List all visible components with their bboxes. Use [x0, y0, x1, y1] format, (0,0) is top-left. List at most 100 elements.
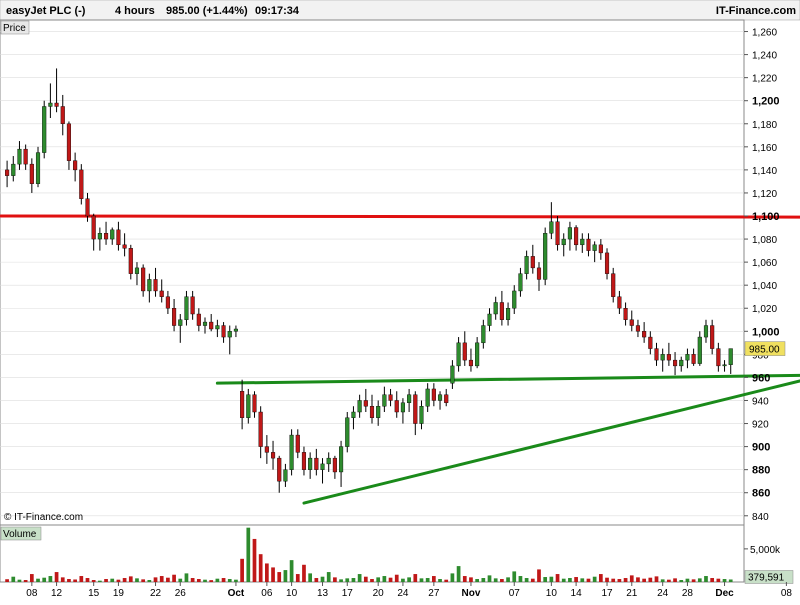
candle-body: [159, 290, 164, 297]
volume-bar: [351, 578, 356, 582]
candle-body: [407, 394, 412, 403]
volume-bar: [592, 576, 597, 582]
candle-body: [376, 406, 381, 418]
volume-panel-label: Volume: [3, 529, 37, 540]
candle-body: [277, 457, 282, 482]
volume-bar: [370, 579, 374, 582]
volume-bar: [722, 579, 727, 582]
candle-body: [29, 163, 34, 184]
volume-bar: [141, 579, 146, 582]
volume-bar: [203, 579, 207, 582]
volume-bar: [289, 560, 294, 582]
candle-body: [685, 354, 690, 361]
candle-body: [11, 163, 16, 176]
candle-body: [35, 152, 41, 184]
volume-bar: [339, 579, 343, 582]
candle-body: [165, 296, 170, 309]
candle-body: [419, 406, 424, 424]
volume-bar: [617, 579, 622, 582]
y-tick-label: 960: [752, 372, 770, 384]
volume-bar: [469, 577, 473, 582]
volume-tick-label: 5,000k: [750, 545, 781, 556]
volume-bar: [500, 579, 504, 582]
volume-bar: [190, 578, 195, 582]
y-tick-label: 1,020: [752, 304, 777, 315]
candle-body: [462, 342, 467, 361]
volume-bar: [215, 578, 220, 582]
y-tick-label: 1,040: [752, 281, 777, 292]
volume-bar: [456, 566, 461, 582]
volume-bar: [166, 577, 170, 582]
candle-body: [524, 256, 529, 274]
candle-body: [103, 233, 109, 240]
volume-bar: [716, 578, 721, 582]
volume-bar: [382, 576, 387, 582]
candle-body: [184, 296, 189, 320]
volume-bar: [667, 579, 671, 582]
copyright-label: © IT-Finance.com: [4, 512, 83, 523]
candle-body: [283, 469, 288, 482]
volume-bar: [425, 578, 430, 582]
volume-bar: [673, 578, 677, 582]
chart-root: easyJet PLC (-) 4 hours 985.00 (+1.44%) …: [0, 0, 800, 600]
candle-body: [543, 233, 548, 280]
candle-body: [339, 446, 344, 473]
x-tick-label: 12: [51, 588, 63, 599]
candle-body: [642, 331, 647, 338]
candle-body: [91, 215, 96, 240]
x-tick-label: 10: [286, 588, 298, 599]
volume-bar: [462, 576, 467, 582]
x-tick-label: 21: [626, 588, 638, 599]
candle-body: [66, 123, 71, 161]
candle-body: [60, 106, 65, 124]
y-tick-label: 920: [752, 420, 769, 431]
candle-body: [604, 252, 610, 274]
y-tick-label: 840: [752, 512, 769, 523]
candle-body: [728, 348, 733, 365]
x-tick-label: 24: [397, 588, 409, 599]
candle-body: [580, 238, 585, 246]
candle-body: [227, 331, 232, 338]
volume-bar: [73, 579, 77, 582]
candle-body: [295, 434, 300, 453]
candle-body: [431, 388, 436, 401]
candle-body: [499, 302, 504, 320]
volume-bar: [407, 577, 411, 582]
candle-body: [233, 328, 238, 332]
candle-body: [722, 364, 727, 367]
volume-bar: [277, 572, 282, 582]
candle-body: [481, 325, 486, 344]
candle-body: [679, 359, 684, 367]
source-label: IT-Finance.com: [716, 5, 796, 17]
volume-bar: [116, 579, 121, 582]
y-tick-label: 940: [752, 396, 769, 407]
instrument-name: easyJet PLC (-): [6, 5, 86, 17]
volume-bar: [574, 577, 578, 582]
candle-body: [215, 325, 220, 330]
volume-bar: [376, 577, 381, 582]
candle-body: [673, 359, 678, 367]
candle-body: [122, 244, 127, 249]
candle-body: [134, 267, 140, 274]
price-axis: 8408608809009209409609801,0001,0201,0401…: [744, 28, 786, 523]
candle-body: [493, 302, 498, 315]
volume-bar: [79, 576, 84, 582]
volume-bar: [561, 578, 566, 582]
candle-body: [289, 434, 294, 470]
volume-bar: [487, 575, 492, 582]
candle-body: [42, 106, 47, 153]
x-axis: 08 12 15 19 22 26 Oct 06 10 13 17 20 24 27 Nov 07 10 14 17…: [26, 582, 792, 599]
candle-body: [320, 463, 325, 470]
candle-body: [400, 402, 405, 413]
volume-bar: [122, 578, 127, 582]
volume-bar: [209, 580, 214, 582]
x-tick-label: 22: [150, 588, 162, 599]
volume-bar: [178, 578, 183, 582]
volume-bar: [642, 578, 646, 582]
candle-body: [128, 248, 133, 274]
x-tick-label: 10: [546, 588, 558, 599]
candle-body: [332, 457, 337, 473]
x-tick-label: 27: [428, 588, 440, 599]
volume-bar: [611, 578, 616, 582]
candle-body: [48, 102, 53, 107]
